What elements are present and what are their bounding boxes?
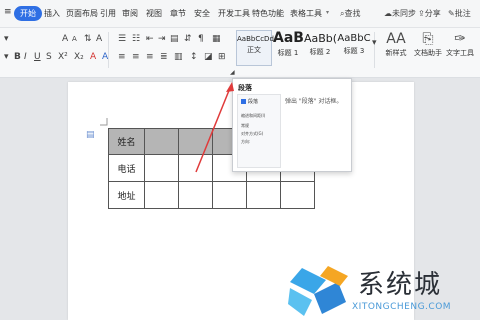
brand-logo-icon <box>288 266 348 316</box>
brand-watermark: 系统城 XITONGCHENG.COM <box>288 262 478 318</box>
brand-url: XITONGCHENG.COM <box>352 302 452 312</box>
arrow-head <box>226 82 234 92</box>
arrow-shaft <box>195 87 231 173</box>
brand-name: 系统城 <box>358 270 443 300</box>
